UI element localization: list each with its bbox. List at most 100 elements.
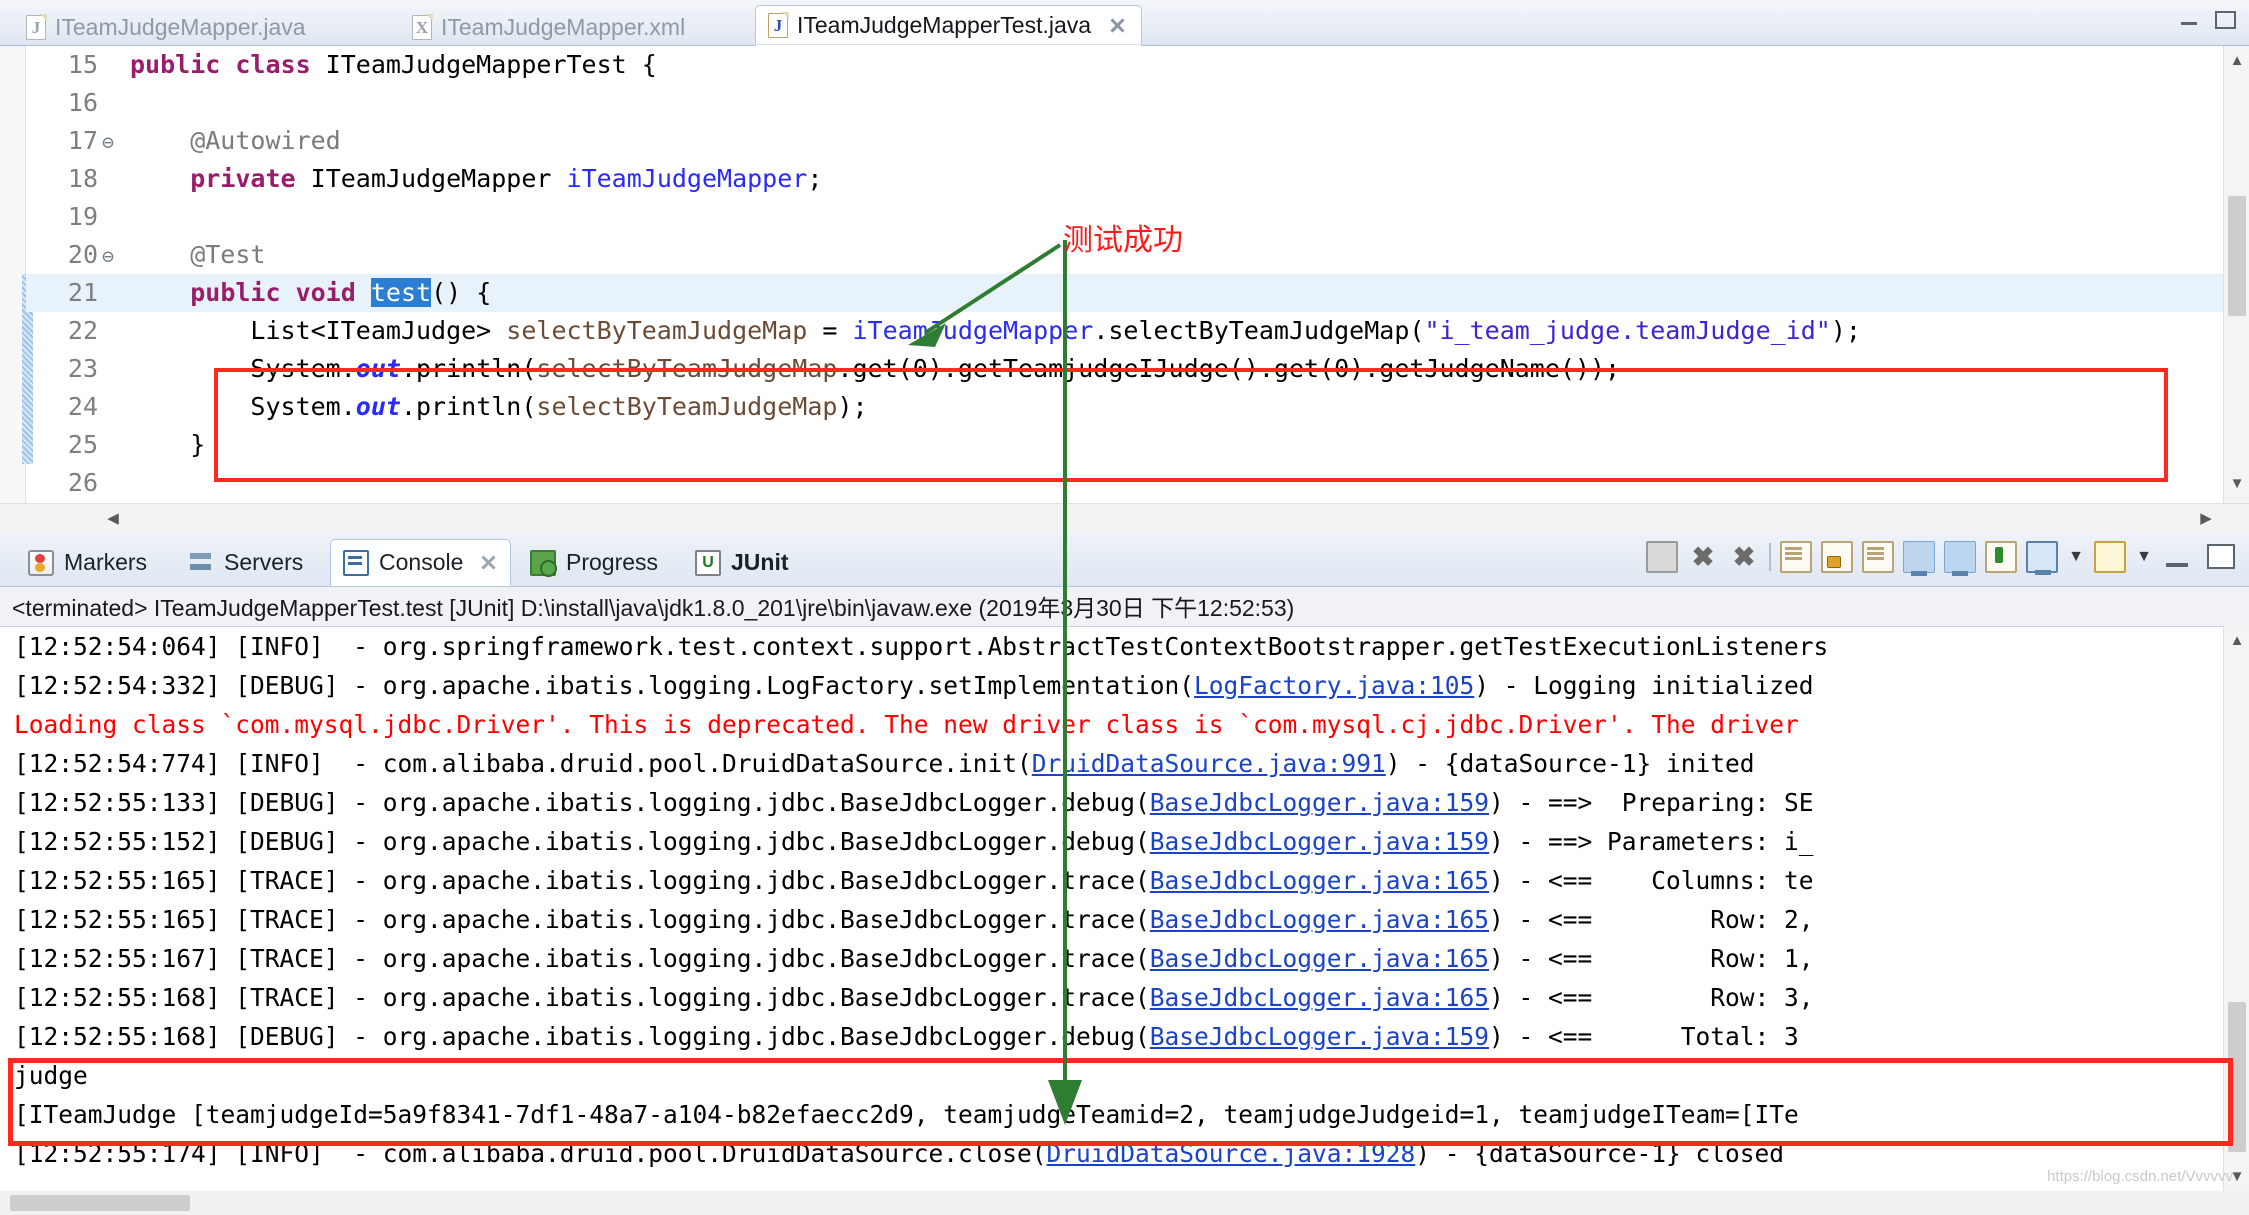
remove-launch-button[interactable]: ✖ bbox=[1687, 541, 1719, 573]
chevron-down-icon[interactable]: ▼ bbox=[2067, 541, 2085, 573]
stack-trace-link[interactable]: BaseJdbcLogger.java:159 bbox=[1150, 788, 1489, 817]
tab-markers[interactable]: Markers bbox=[16, 539, 159, 586]
servers-icon bbox=[188, 550, 214, 576]
chevron-down-icon[interactable]: ▼ bbox=[2135, 541, 2153, 573]
editor-tab-iteamjudgemapper-xml[interactable]: X ITeamJudgeMapper.xml bbox=[400, 8, 699, 46]
stack-trace-link[interactable]: BaseJdbcLogger.java:159 bbox=[1150, 827, 1489, 856]
code-line[interactable]: 15 public class ITeamJudgeMapperTest { bbox=[26, 46, 2249, 84]
line-number: 16 bbox=[67, 88, 98, 117]
word-wrap-button[interactable] bbox=[1862, 541, 1894, 573]
line-number: 19 bbox=[67, 202, 98, 231]
code-token: test bbox=[370, 278, 432, 307]
tab-servers[interactable]: Servers bbox=[176, 539, 315, 586]
display-selected-console-button[interactable] bbox=[2026, 541, 2058, 575]
tab-label: Servers bbox=[224, 549, 304, 575]
code-token: .println( bbox=[400, 392, 537, 421]
stack-trace-link[interactable]: BaseJdbcLogger.java:165 bbox=[1150, 944, 1489, 973]
code-token: ); bbox=[837, 392, 868, 421]
editor-vertical-scrollbar[interactable]: ▲ ▼ bbox=[2223, 46, 2249, 533]
xml-file-icon: X bbox=[412, 13, 433, 40]
console-text: [ITeamJudge [teamjudgeId=5a9f8341-7df1-4… bbox=[14, 1100, 1799, 1129]
stack-trace-link[interactable]: DruidDataSource.java:991 bbox=[1032, 749, 1386, 778]
stack-trace-link[interactable]: LogFactory.java:105 bbox=[1194, 671, 1474, 700]
scroll-up-icon[interactable]: ▲ bbox=[2224, 48, 2249, 74]
code-line[interactable]: 18 private ITeamJudgeMapper iTeamJudgeMa… bbox=[26, 160, 2249, 198]
console-horizontal-scrollbar[interactable] bbox=[0, 1191, 2249, 1215]
code-line[interactable]: 26 bbox=[26, 464, 2249, 502]
stack-trace-link[interactable]: BaseJdbcLogger.java:165 bbox=[1150, 983, 1489, 1012]
pin-console-button[interactable] bbox=[1985, 541, 2017, 573]
scroll-left-icon[interactable]: ◀ bbox=[100, 504, 126, 533]
scroll-up-icon[interactable]: ▲ bbox=[2224, 628, 2249, 654]
maximize-icon[interactable] bbox=[2213, 10, 2236, 29]
console-toolbar: ✖ ✖ ▼ ▼ bbox=[1646, 541, 2235, 576]
code-editor[interactable]: 15 public class ITeamJudgeMapperTest { 16 1… bbox=[0, 46, 2249, 533]
scroll-lock-button[interactable] bbox=[1821, 541, 1853, 573]
minimize-panel-button[interactable] bbox=[2162, 541, 2194, 573]
code-line[interactable]: 25 } bbox=[26, 426, 2249, 464]
stack-trace-link[interactable]: DruidDataSource.java:1928 bbox=[1047, 1139, 1416, 1168]
code-token: .println( bbox=[400, 354, 537, 383]
console-vertical-scrollbar[interactable]: ▲ ▼ bbox=[2223, 626, 2249, 1192]
scrollbar-thumb[interactable] bbox=[10, 1195, 190, 1211]
tab-label: JUnit bbox=[731, 549, 789, 575]
show-console-on-output-button[interactable] bbox=[1903, 541, 1935, 576]
console-text: judge bbox=[14, 1061, 88, 1090]
fold-toggle-icon[interactable]: ⊖ bbox=[98, 123, 118, 161]
line-number: 26 bbox=[67, 468, 98, 497]
tab-console[interactable]: Console bbox=[330, 539, 512, 586]
minimize-icon[interactable] bbox=[2179, 10, 2201, 28]
junit-icon: U bbox=[695, 549, 721, 576]
console-text: [12:52:55:168] [DEBUG] - org.apache.ibat… bbox=[14, 1022, 1150, 1051]
console-line: [12:52:55:165] [TRACE] - org.apache.ibat… bbox=[0, 861, 2249, 900]
editor-tab-iteamjudgemappertest-java[interactable]: J ITeamJudgeMapperTest.java bbox=[755, 5, 1143, 46]
code-line[interactable]: 16 bbox=[26, 84, 2249, 122]
scroll-down-icon[interactable]: ▼ bbox=[2224, 1164, 2249, 1190]
editor-tab-iteamjudgemapper-java[interactable]: J ITeamJudgeMapper.java bbox=[14, 8, 320, 46]
console-line: [12:52:54:332] [DEBUG] - org.apache.ibat… bbox=[0, 666, 2249, 705]
tab-label: ITeamJudgeMapper.xml bbox=[441, 13, 686, 40]
code-text: public void test() { bbox=[118, 274, 491, 312]
editor-tab-bar: J ITeamJudgeMapper.java X ITeamJudgeMapp… bbox=[0, 0, 2249, 46]
code-line[interactable]: 20 ⊖ @Test bbox=[26, 236, 2249, 274]
scroll-down-icon[interactable]: ▼ bbox=[2224, 471, 2249, 497]
close-icon[interactable] bbox=[479, 553, 498, 572]
maximize-panel-button[interactable] bbox=[2203, 541, 2235, 573]
scroll-right-icon[interactable]: ▶ bbox=[2193, 504, 2219, 533]
console-icon bbox=[343, 549, 369, 576]
show-console-on-error-button[interactable] bbox=[1944, 541, 1976, 576]
remove-all-terminated-button[interactable]: ✖ bbox=[1728, 541, 1760, 573]
code-line[interactable]: 24 System.out.println(selectByTeamJudgeM… bbox=[26, 388, 2249, 426]
tab-progress[interactable]: Progress bbox=[518, 539, 670, 586]
code-line[interactable]: 19 bbox=[26, 198, 2249, 236]
stack-trace-link[interactable]: BaseJdbcLogger.java:165 bbox=[1150, 905, 1489, 934]
open-console-button[interactable] bbox=[2094, 541, 2126, 573]
code-line[interactable]: 23 System.out.println(selectByTeamJudgeM… bbox=[26, 350, 2249, 388]
console-text: [12:52:55:152] [DEBUG] - org.apache.ibat… bbox=[14, 827, 1150, 856]
code-text: System.out.println(selectByTeamJudgeMap)… bbox=[118, 388, 868, 426]
console-text: ) - Logging initialized bbox=[1474, 671, 1814, 700]
code-line[interactable]: 22 List<ITeamJudge> selectByTeamJudgeMap… bbox=[26, 312, 2249, 350]
terminate-button[interactable] bbox=[1646, 541, 1678, 573]
clear-console-button[interactable] bbox=[1780, 541, 1812, 573]
editor-horizontal-scrollbar[interactable]: ◀ ▶ bbox=[0, 503, 2249, 533]
code-lines: 15 public class ITeamJudgeMapperTest { 16 1… bbox=[26, 46, 2249, 502]
tab-junit[interactable]: U JUnit bbox=[683, 539, 801, 586]
code-line[interactable]: 17 ⊖ @Autowired bbox=[26, 122, 2249, 160]
tab-label: ITeamJudgeMapper.java bbox=[55, 13, 306, 40]
scrollbar-thumb[interactable] bbox=[2228, 1002, 2246, 1152]
code-text: @Autowired bbox=[118, 122, 341, 160]
fold-toggle-icon[interactable]: ⊖ bbox=[98, 237, 118, 275]
code-line[interactable]: 21 public void test() { bbox=[26, 274, 2249, 312]
code-token: iTeamJudgeMapper bbox=[852, 316, 1094, 345]
code-text: @Test bbox=[118, 236, 265, 274]
scrollbar-thumb[interactable] bbox=[2228, 196, 2246, 316]
close-icon[interactable] bbox=[1108, 16, 1127, 35]
code-token: "i_team_judge.teamJudge_id" bbox=[1424, 316, 1831, 345]
code-text: List<ITeamJudge> selectByTeamJudgeMap = … bbox=[118, 312, 1861, 350]
console-output[interactable]: [12:52:54:064] [INFO] - org.springframew… bbox=[0, 626, 2249, 1192]
stack-trace-link[interactable]: BaseJdbcLogger.java:165 bbox=[1150, 866, 1489, 895]
console-text: ) - <== Row: 3, bbox=[1489, 983, 1814, 1012]
stack-trace-link[interactable]: BaseJdbcLogger.java:159 bbox=[1150, 1022, 1489, 1051]
